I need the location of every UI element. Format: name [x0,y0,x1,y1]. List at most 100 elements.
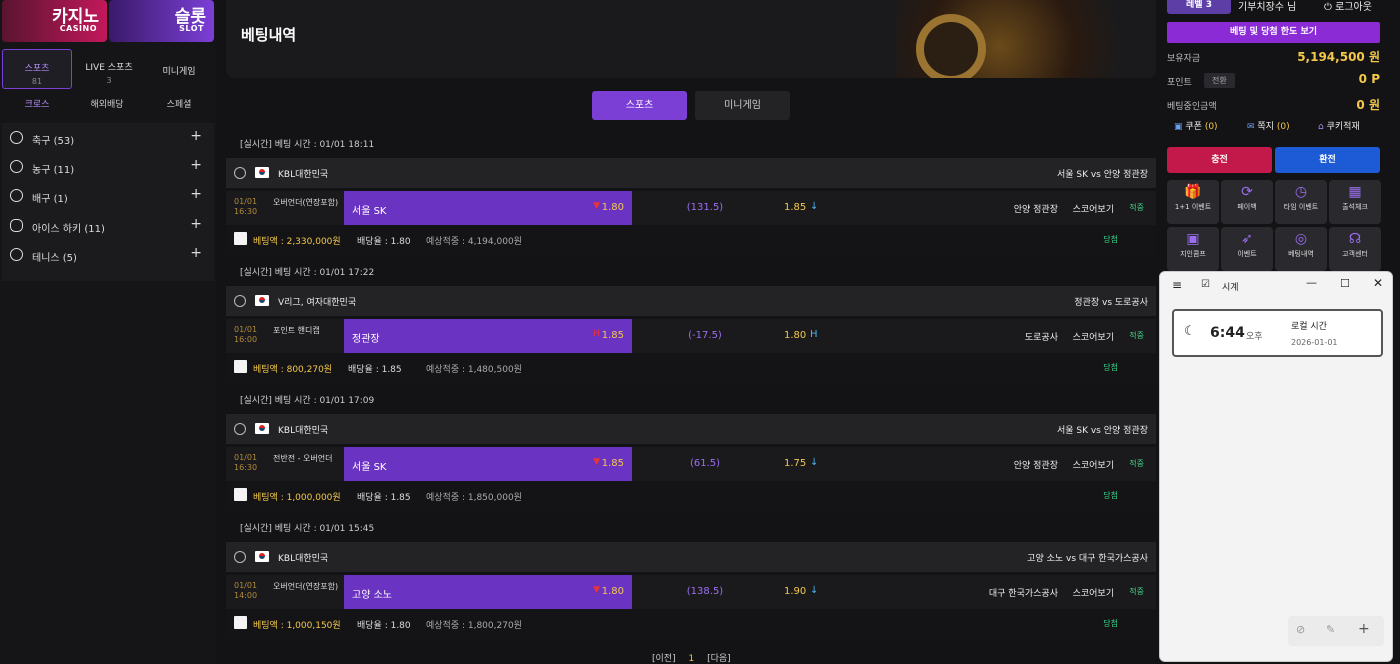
menu-item-7[interactable]: ☊ 고객센터 [1329,227,1381,271]
plus-icon[interactable]: + [190,216,202,232]
balance-value: 5,194,500 원 [1297,50,1380,64]
withdraw-button[interactable]: 환전 [1275,147,1380,173]
menu-icon: ◎ [1294,231,1308,247]
limit-button-label: 베팅 및 당첨 한도 보기 [1229,27,1318,37]
league-name: KBL대한민국 [278,554,329,564]
clock-bottom-bar: ⊘ ✎ + [1288,616,1384,646]
sport-soccer[interactable]: 축구 (53) + [2,124,214,152]
away-team: 대구 한국가스공사 [988,589,1058,599]
maximize-icon[interactable]: ☐ [1340,277,1350,290]
hamburger-icon[interactable]: ≡ [1172,278,1182,292]
home-selection[interactable]: 서울 SK ▼ 1.85 [344,447,632,481]
sport-icon [234,295,246,307]
match-name: 서울 SK vs 안양 정관장 [1056,170,1148,180]
match-datetime: 01/01 16:00 [234,325,262,345]
menu-icon: 🎁 [1184,184,1202,200]
logout-button[interactable]: ⏻ 로그아웃 [1324,0,1372,13]
odds-arrow-icon: ▼ [593,585,600,595]
add-icon[interactable]: + [1358,621,1370,637]
power-icon: ⏻ [1324,2,1336,13]
volleyball-icon [10,189,23,202]
bet-rate: 배당율 : 1.85 [348,365,402,375]
select-checkbox[interactable] [234,616,247,629]
bet-time: [실시간] 베팅 시간 : 01/01 17:09 [240,396,375,406]
status-badge: 적중 [1129,459,1144,468]
plus-icon[interactable]: + [190,128,202,144]
sport-icehockey[interactable]: 아이스 하키 (11) + [2,212,214,240]
menu-item-3[interactable]: ▦ 출석체크 [1329,180,1381,224]
odds-arrow-icon: ▼ [593,457,600,467]
pager: [이전] 1 [다음] [652,651,731,664]
tab-minigame-history[interactable]: 미니게임 [695,91,790,120]
chip-icon [916,14,986,78]
point-label: 포인트 [1167,78,1192,88]
deposit-button[interactable]: 충전 [1167,147,1272,173]
pager-prev[interactable]: [이전] [652,654,676,664]
home-selection[interactable]: 고양 소노 ▼ 1.80 [344,575,632,609]
score-view-link[interactable]: 스코어보기 [1073,586,1114,599]
point-value: 0 P [1358,72,1380,86]
match-datetime: 01/01 14:00 [234,581,262,601]
bet-amount: 베팅액 : 800,270원 [253,365,333,375]
memo-link[interactable]: ✉ 쪽지 (0) [1247,119,1290,132]
close-icon[interactable]: ✕ [1373,276,1383,290]
pager-current[interactable]: 1 [688,654,694,664]
focus-icon[interactable]: ⊘ [1296,623,1305,636]
bet-type: 오버언더(연장포함) [273,198,339,207]
match-header: V리그, 여자대한민국 정관장 vs 도로공사 [226,286,1156,316]
score-view-link[interactable]: 스코어보기 [1073,458,1114,471]
bet-type: 전반전 - 오버언더 [273,454,333,463]
sport-basketball[interactable]: 농구 (11) + [2,153,214,181]
betting-amount-value: 0 원 [1356,98,1380,112]
plus-icon[interactable]: + [190,245,202,261]
expected-win: 예상적중 : 4,194,000원 [426,237,522,247]
minimize-icon[interactable]: — [1306,276,1317,289]
tab-sports-history[interactable]: 스포츠 [592,91,687,120]
slot-banner[interactable]: 슬롯 SLOT [109,0,214,42]
korea-flag-icon [255,551,269,562]
subtab-special[interactable]: 스페셜 [144,97,214,110]
point-convert-button[interactable]: 전환 [1204,73,1235,88]
menu-icon: ⟳ [1241,184,1253,200]
select-checkbox[interactable] [234,488,247,501]
plus-icon[interactable]: + [190,186,202,202]
menu-label: 이벤트 [1237,250,1257,258]
score-view-link[interactable]: 스코어보기 [1073,330,1114,343]
limit-button[interactable]: 베팅 및 당첨 한도 보기 [1167,22,1380,43]
soccer-ball-icon [10,131,23,144]
menu-item-2[interactable]: ◷ 타임 이벤트 [1275,180,1327,224]
subtab-overseas[interactable]: 해외배당 [72,97,142,110]
cookie-link[interactable]: ⌂ 쿠키적재 [1318,119,1360,132]
match-hour: 14:00 [234,591,258,600]
menu-item-0[interactable]: 🎁 1+1 이벤트 [1167,180,1219,224]
bet-row: 01/01 16:30 오버언더(연장포함) 서울 SK ▼ 1.80 (131.5) 1.8… [226,191,1156,225]
sport-label: 아이스 하키 (11) [32,224,105,235]
bet-amount: 베팅액 : 1,000,000원 [253,493,341,503]
tab-live-sports[interactable]: LIVE 스포츠 3 [74,49,144,89]
casino-banner[interactable]: 카지노 CASINO [2,0,107,42]
menu-item-5[interactable]: ➶ 이벤트 [1221,227,1273,271]
match-name: 서울 SK vs 안양 정관장 [1056,426,1148,436]
tab-sports[interactable]: 스포츠 81 [2,49,72,89]
sport-volleyball[interactable]: 배구 (1) + [2,182,214,210]
menu-label: 페이백 [1237,203,1257,211]
menu-item-4[interactable]: ▣ 지인콤프 [1167,227,1219,271]
select-checkbox[interactable] [234,232,247,245]
select-checkbox[interactable] [234,360,247,373]
home-selection[interactable]: 정관장 H 1.85 [344,319,632,353]
hockey-puck-icon [10,219,23,232]
subtab-cross[interactable]: 크로스 [2,97,72,110]
match-date: 01/01 [234,581,258,590]
score-view-link[interactable]: 스코어보기 [1073,202,1114,215]
home-selection[interactable]: 서울 SK ▼ 1.80 [344,191,632,225]
clock-card[interactable]: ☾ 6:44 오후 로컬 시간 2026-01-01 [1172,309,1383,357]
pager-next[interactable]: [다음] [707,654,731,664]
pencil-icon[interactable]: ✎ [1326,623,1335,636]
menu-item-1[interactable]: ⟳ 페이백 [1221,180,1273,224]
menu-item-6[interactable]: ◎ 베팅내역 [1275,227,1327,271]
clock-date: 2026-01-01 [1291,338,1338,347]
plus-icon[interactable]: + [190,157,202,173]
sport-tennis[interactable]: 테니스 (5) + [2,241,214,269]
tab-minigame[interactable]: 미니게임 [144,49,214,89]
coupon-link[interactable]: ▣ 쿠폰 (0) [1174,119,1218,132]
